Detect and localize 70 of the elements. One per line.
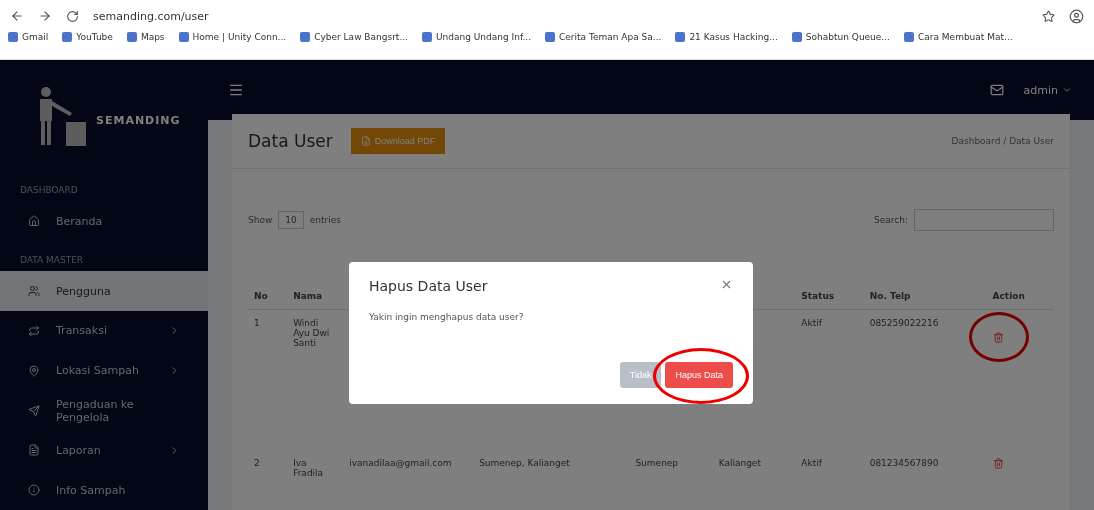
- sidebar-heading: DATA MASTER: [19, 254, 85, 268]
- sidebar-item[interactable]: Laporan: [0, 430, 208, 471]
- user-menu[interactable]: admin: [1023, 83, 1058, 97]
- trash-icon: [993, 331, 1005, 343]
- table-cell: Windi Ayu Dwi Santi: [287, 309, 344, 450]
- sidebar-item[interactable]: Info Sampah: [0, 470, 208, 510]
- sidebar-item[interactable]: Pengaduan ke Pengelola: [0, 390, 208, 431]
- table-cell-text: 2: [253, 456, 261, 470]
- caret-icon: [1062, 85, 1072, 95]
- bookmark[interactable]: Home | Unity Conn...: [178, 32, 287, 42]
- address-bar[interactable]: semanding.com/user: [93, 9, 1028, 23]
- dialog-title: Hapus Data User: [369, 278, 488, 294]
- bookmark[interactable]: Sohabtun Queue...: [791, 32, 890, 42]
- download-pdf-button[interactable]: Download PDF: [350, 128, 446, 154]
- bookmark[interactable]: Cara Membuat Mat...: [903, 32, 1013, 42]
- trash-button[interactable]: [992, 457, 1005, 470]
- profile-icon[interactable]: [1069, 8, 1084, 24]
- menu-item-icon: [28, 364, 40, 377]
- table-cell-text: Sumenep: [634, 456, 680, 470]
- bookmark[interactable]: 21 Kasus Hacking...: [675, 32, 778, 42]
- table-cell-text: Iva Fradila: [292, 456, 325, 480]
- back-icon[interactable]: [10, 9, 24, 23]
- sidebar-item[interactable]: Beranda: [0, 201, 208, 242]
- page-title: Data User: [248, 131, 333, 151]
- breadcrumb: Dashboard / Data User: [951, 136, 1054, 146]
- bookmark[interactable]: Maps: [126, 32, 165, 42]
- table-cell: 1: [248, 309, 288, 450]
- table-cell-text: Sumenep, Kalianget: [478, 456, 571, 470]
- sidebar-item[interactable]: Transaksi: [0, 311, 208, 351]
- menu-item-icon: [28, 444, 40, 457]
- dialog-message: Yakin ingin menghapus data user?: [369, 312, 525, 322]
- table-cell: Aktif: [795, 309, 864, 450]
- show-label: Show: [248, 215, 273, 225]
- trash-icon: [993, 458, 1005, 469]
- bookmark[interactable]: Gmail: [8, 32, 49, 42]
- table-cell-text: Kalianget: [717, 456, 762, 470]
- table-cell-text: Aktif: [800, 456, 823, 470]
- reload-icon[interactable]: [66, 9, 79, 23]
- mail-icon[interactable]: [989, 83, 1004, 97]
- search-label: Search:: [874, 215, 908, 225]
- bookmark[interactable]: Cyber Law Bangsrt...: [300, 32, 408, 42]
- trash-button[interactable]: [968, 312, 1029, 362]
- column-header[interactable]: Status: [795, 283, 864, 310]
- sidebar-item[interactable]: Pengguna: [0, 271, 208, 311]
- entries-select[interactable]: 10: [278, 211, 304, 229]
- table-cell: 085259022216: [863, 309, 987, 450]
- forward-icon[interactable]: [38, 9, 52, 23]
- bookmark[interactable]: Cerita Teman Apa Sa...: [545, 32, 662, 42]
- sidebar-heading: DASHBOARD: [19, 184, 79, 198]
- sidebar-item[interactable]: Lokasi Sampah: [0, 350, 208, 391]
- brand-name: SEMANDING: [96, 114, 181, 128]
- menu-item-icon: [28, 285, 40, 298]
- bookmark[interactable]: Undang Undang Inf...: [421, 32, 532, 42]
- column-header[interactable]: Action: [986, 283, 1054, 310]
- menu-item-icon: [28, 215, 40, 228]
- menu-item-icon: [28, 404, 40, 417]
- column-header[interactable]: No. Telp: [863, 283, 987, 310]
- star-icon[interactable]: [1042, 9, 1055, 23]
- table-cell-text: 081234567890: [868, 456, 940, 470]
- menu-icon[interactable]: [228, 82, 244, 98]
- menu-item-icon: [28, 324, 40, 337]
- column-header[interactable]: No: [248, 283, 288, 310]
- file-download-icon: [360, 136, 371, 146]
- entries-label: entries: [309, 215, 341, 225]
- bookmark[interactable]: YouTube: [62, 32, 113, 42]
- search-field[interactable]: [914, 209, 1054, 231]
- delete-button[interactable]: Hapus Data: [665, 362, 733, 388]
- menu-item-icon: [28, 484, 40, 497]
- table-cell-text: ivanadilaa@gmail.com: [348, 456, 453, 470]
- column-header[interactable]: Nama: [287, 283, 344, 310]
